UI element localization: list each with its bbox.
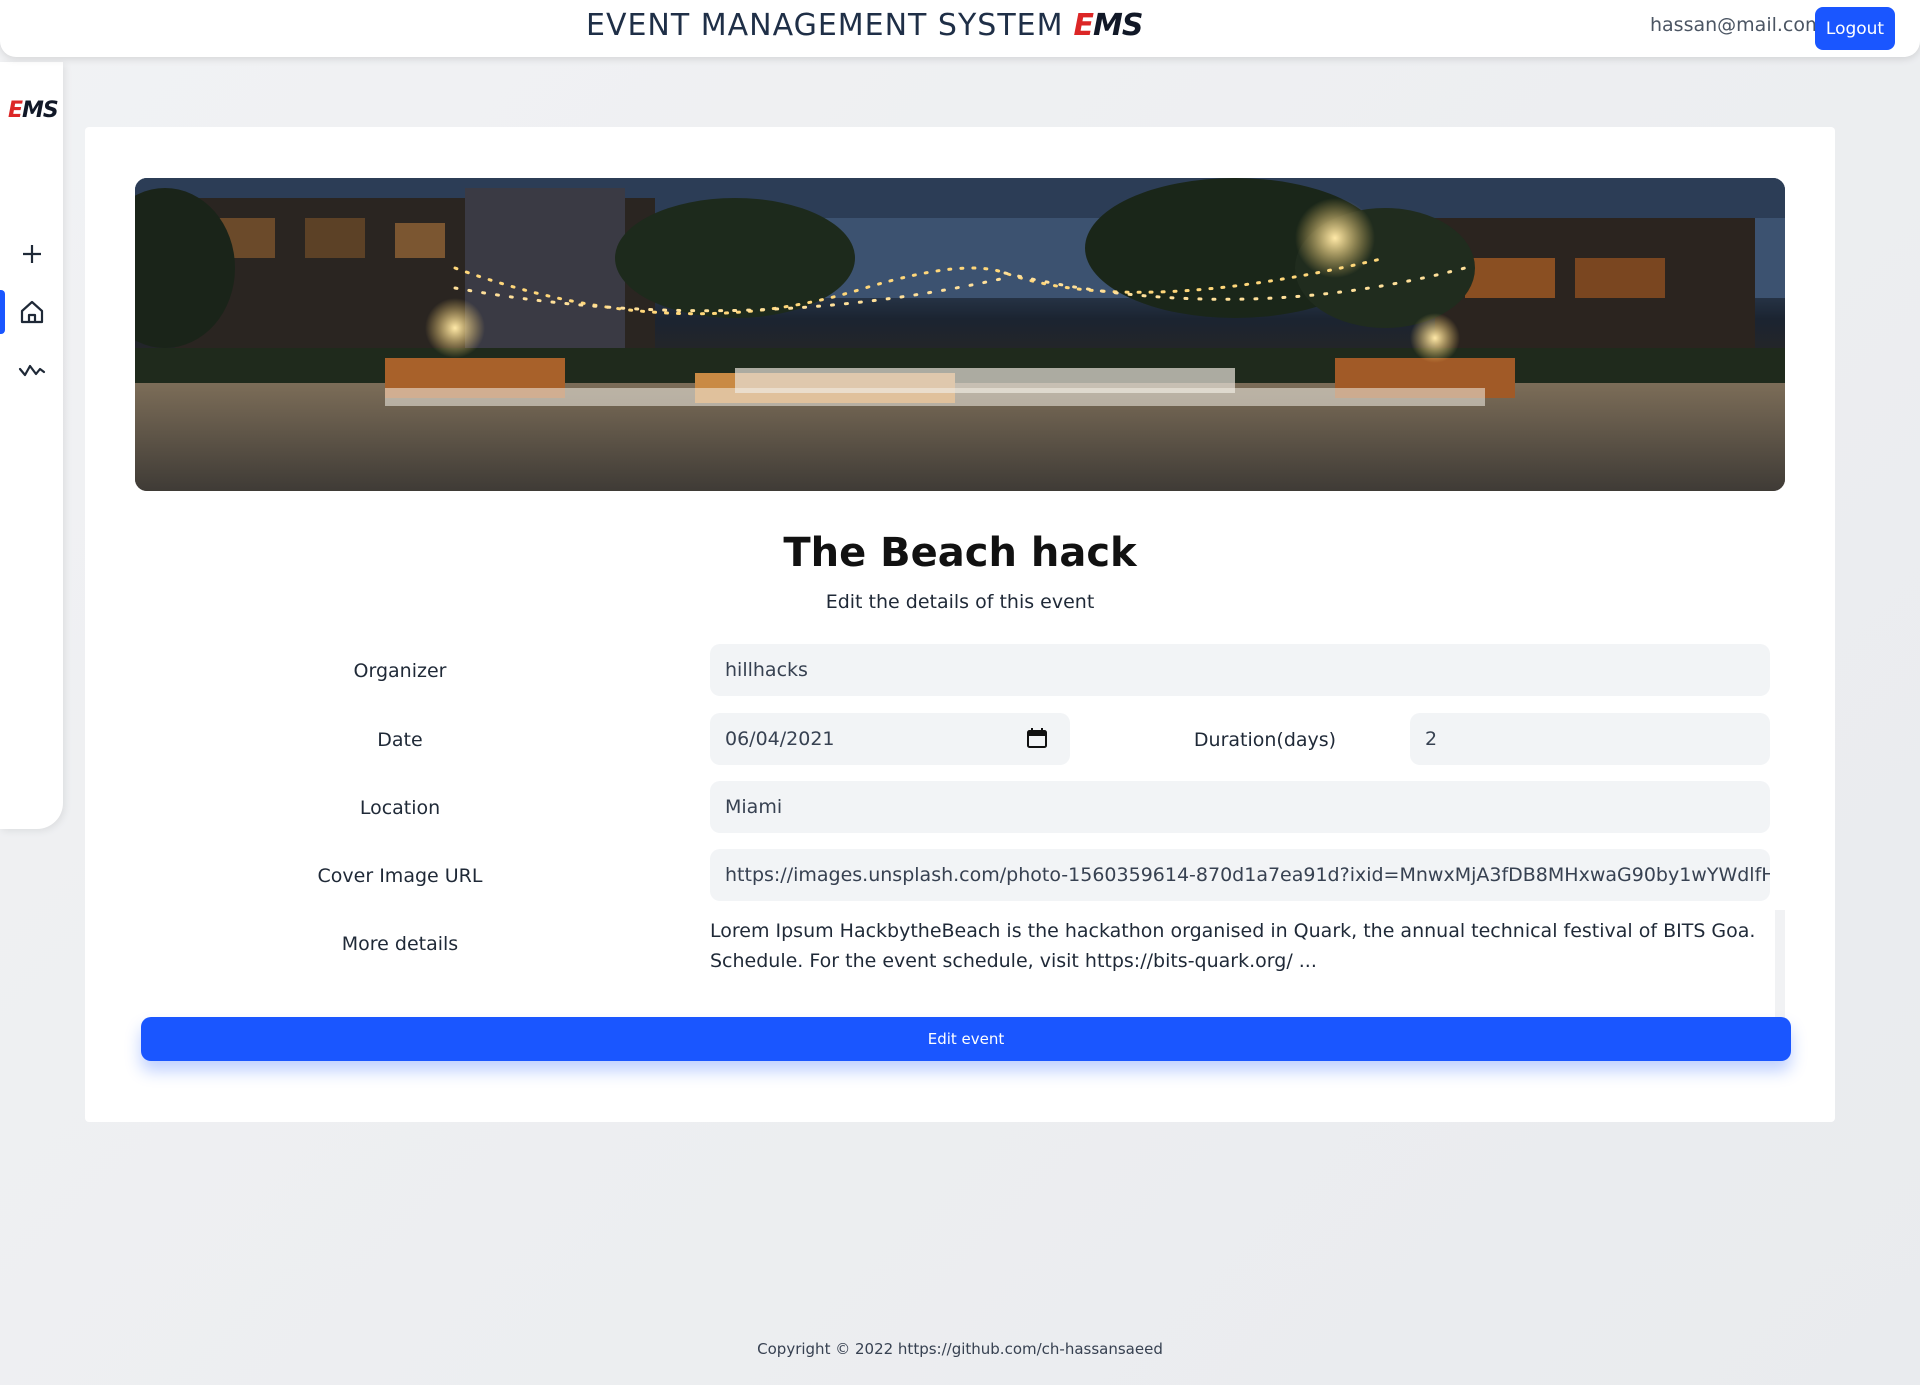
sidebar-item-create-event[interactable] <box>0 230 63 278</box>
more-details-label: More details <box>341 933 459 955</box>
ems-logo: E MS <box>1073 8 1144 43</box>
duration-input[interactable]: 2 <box>1410 713 1770 765</box>
home-icon <box>20 300 43 324</box>
sidebar-item-activity[interactable] <box>0 347 63 395</box>
location-label: Location <box>359 797 441 819</box>
date-value: 06/04/2021 <box>725 728 835 750</box>
edit-event-button[interactable]: Edit event <box>141 1017 1791 1061</box>
user-email: hassan@mail.com <box>1650 14 1824 36</box>
date-input[interactable]: 06/04/2021 <box>710 713 1070 765</box>
date-label: Date <box>377 729 423 751</box>
app-title-text: EVENT MANAGEMENT SYSTEM <box>586 8 1064 43</box>
event-title: The Beach hack <box>783 530 1137 576</box>
plus-icon <box>22 245 41 263</box>
beach-event-image <box>135 178 1785 491</box>
cover-image-url-input[interactable]: https://images.unsplash.com/photo-156035… <box>710 849 1770 901</box>
logout-button[interactable]: Logout <box>1815 7 1895 50</box>
cover-image-url-label: Cover Image URL <box>317 865 483 887</box>
top-header: EVENT MANAGEMENT SYSTEM E MS hassan@mail.… <box>0 0 1920 57</box>
more-details-textarea[interactable]: Lorem Ipsum HackbytheBeach is the hackat… <box>710 916 1770 976</box>
sidebar-item-home[interactable] <box>0 288 63 336</box>
location-input[interactable]: Miami <box>710 781 1770 833</box>
calendar-icon[interactable] <box>1026 727 1048 749</box>
event-subtitle: Edit the details of this event <box>825 591 1095 613</box>
organizer-label: Organizer <box>353 660 447 682</box>
cover-image <box>135 178 1785 491</box>
app-title: EVENT MANAGEMENT SYSTEM E MS <box>586 8 1144 43</box>
event-edit-card: The Beach hack Edit the details of this … <box>85 127 1835 1122</box>
duration-label: Duration(days) <box>1193 729 1337 751</box>
activity-icon <box>18 364 45 377</box>
sidebar-logo[interactable]: E MS <box>8 98 59 123</box>
details-scrollbar[interactable] <box>1775 910 1785 1020</box>
sidebar: E MS <box>0 62 63 829</box>
organizer-input[interactable]: hillhacks <box>710 644 1770 696</box>
footer-copyright: Copyright © 2022 https://github.com/ch-h… <box>757 1340 1163 1358</box>
